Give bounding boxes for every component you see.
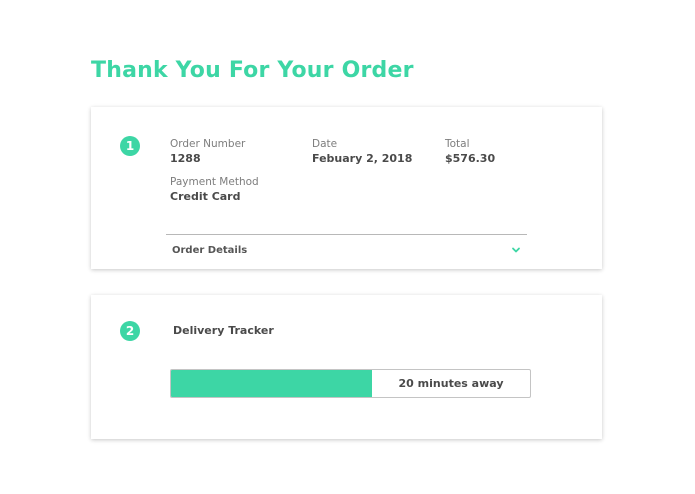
order-number-field: Order Number 1288 — [170, 137, 245, 167]
order-total-value: $576.30 — [445, 152, 496, 165]
payment-method-label: Payment Method — [170, 176, 259, 188]
order-details-label: Order Details — [172, 245, 248, 256]
delivery-eta-text: 20 minutes away — [398, 377, 504, 390]
chevron-down-icon[interactable] — [511, 245, 521, 255]
order-summary-card: 1 Order Number 1288 Date Febuary 2, 2018… — [91, 107, 602, 269]
delivery-tracker-title: Delivery Tracker — [173, 324, 274, 337]
order-number-label: Order Number — [170, 138, 246, 150]
step-badge-1: 1 — [120, 136, 140, 156]
delivery-tracker-card: 2 Delivery Tracker 20 minutes away — [91, 295, 602, 439]
order-details-toggle[interactable]: Order Details — [166, 235, 527, 267]
order-date-label: Date — [312, 138, 338, 150]
order-confirmation-page: Thank You For Your Order 1 Order Number … — [0, 0, 695, 494]
delivery-progress-bar: 20 minutes away — [170, 369, 531, 398]
payment-method-value: Credit Card — [170, 190, 241, 203]
order-date-value: Febuary 2, 2018 — [312, 152, 413, 165]
payment-method-field: Payment Method Credit Card — [170, 175, 259, 205]
order-total-field: Total $576.30 — [445, 137, 495, 167]
order-date-field: Date Febuary 2, 2018 — [312, 137, 412, 167]
step-badge-2: 2 — [120, 321, 140, 341]
order-number-value: 1288 — [170, 152, 201, 165]
order-total-label: Total — [445, 138, 470, 150]
page-title: Thank You For Your Order — [91, 58, 414, 83]
delivery-progress-fill — [171, 370, 373, 397]
